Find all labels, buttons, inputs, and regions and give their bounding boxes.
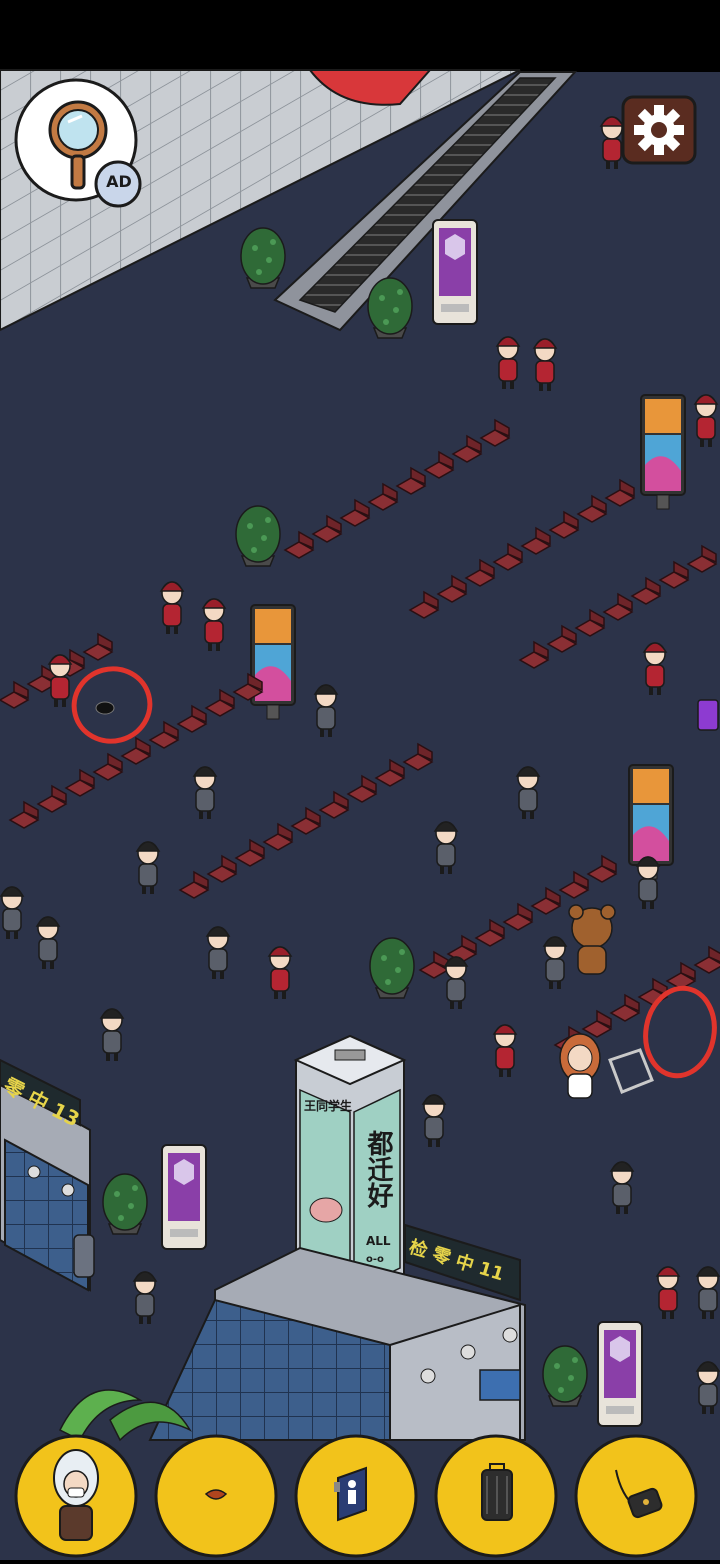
purple-suitcase — [697, 699, 719, 731]
black-bag-icon[interactable] — [95, 701, 115, 715]
tray-slot-masked-passenger[interactable] — [14, 1434, 138, 1558]
gear-icon — [621, 95, 697, 165]
kiosk-top-text: 王同学生 — [304, 1098, 352, 1113]
tray-slot-lips[interactable] — [154, 1434, 278, 1558]
tray-slot-restroom-sign[interactable] — [294, 1434, 418, 1558]
hint-button[interactable]: AD — [12, 78, 144, 210]
luggage-case-icon — [481, 1463, 513, 1521]
tray-slot-shoulder-bag[interactable] — [574, 1434, 698, 1558]
ad-badge-label: AD — [106, 172, 132, 191]
kiosk-title: 都迁好 — [363, 1130, 394, 1208]
settings-button[interactable] — [620, 94, 698, 166]
kiosk-sub2: o-o — [366, 1254, 384, 1265]
masked-passenger-icon — [53, 1449, 99, 1541]
items-tray — [0, 1430, 720, 1560]
airport-scene: 零 中 13 都迁好 王同学生 ALL o-o 检 零 中 11 — [0, 0, 720, 1560]
tray-slot-luggage[interactable] — [434, 1434, 558, 1558]
kiosk-sub: ALL — [366, 1234, 391, 1248]
